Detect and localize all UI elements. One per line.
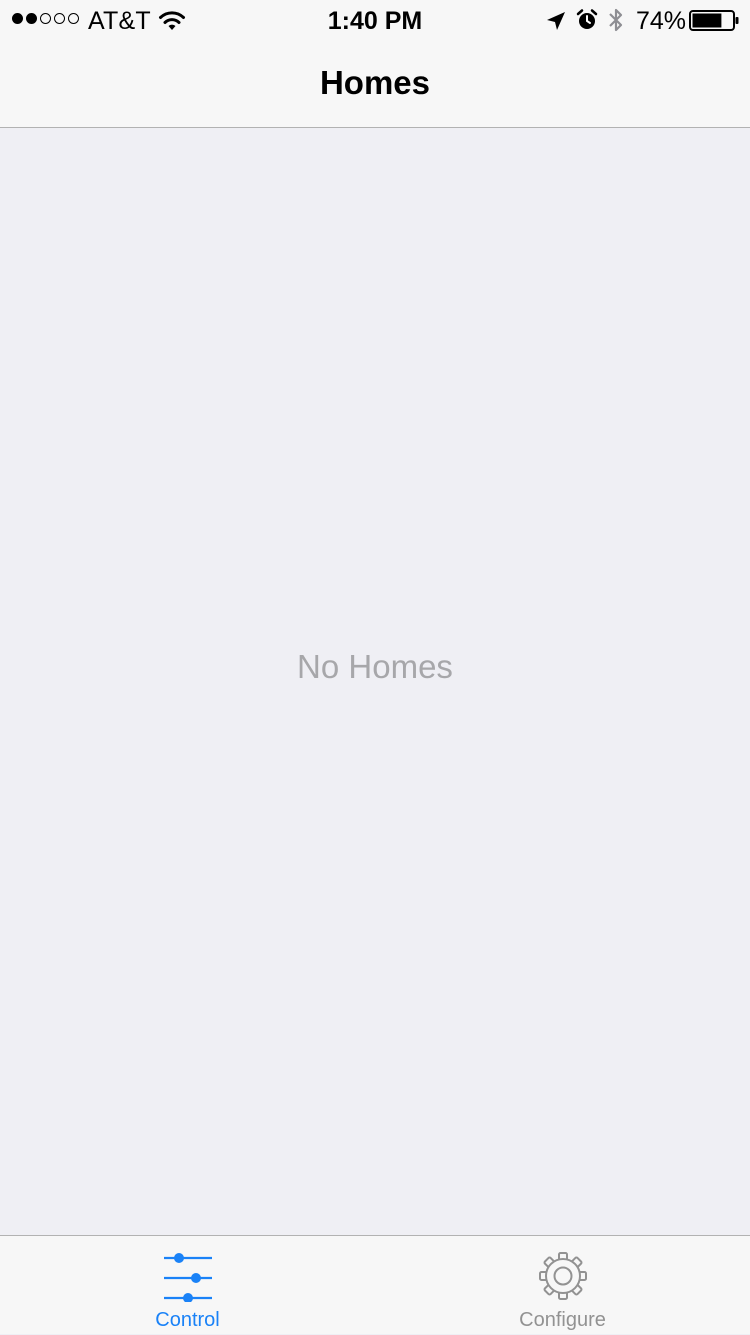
gear-icon	[538, 1252, 587, 1300]
bluetooth-icon	[609, 8, 623, 32]
battery-percentage: 74%	[636, 7, 687, 35]
empty-state-message: No Homes	[297, 648, 453, 685]
sliders-icon	[163, 1253, 212, 1302]
battery-icon	[689, 10, 739, 31]
tab-configure[interactable]: Configure	[375, 1236, 750, 1335]
top-bar-area: AT&T 1:40 PM 74% Homes	[0, 0, 750, 128]
tab-configure-label: Configure	[519, 1309, 606, 1331]
location-arrow-icon	[547, 12, 565, 30]
tab-control-label: Control	[155, 1309, 220, 1331]
tab-bar: Control Configure	[0, 1235, 750, 1334]
homes-list-area: No Homes	[0, 128, 750, 1235]
tab-control[interactable]: Control	[0, 1236, 375, 1335]
alarm-clock-icon	[576, 9, 598, 29]
status-bar: AT&T 1:40 PM 74%	[0, 0, 750, 40]
page-title: Homes	[319, 64, 431, 101]
